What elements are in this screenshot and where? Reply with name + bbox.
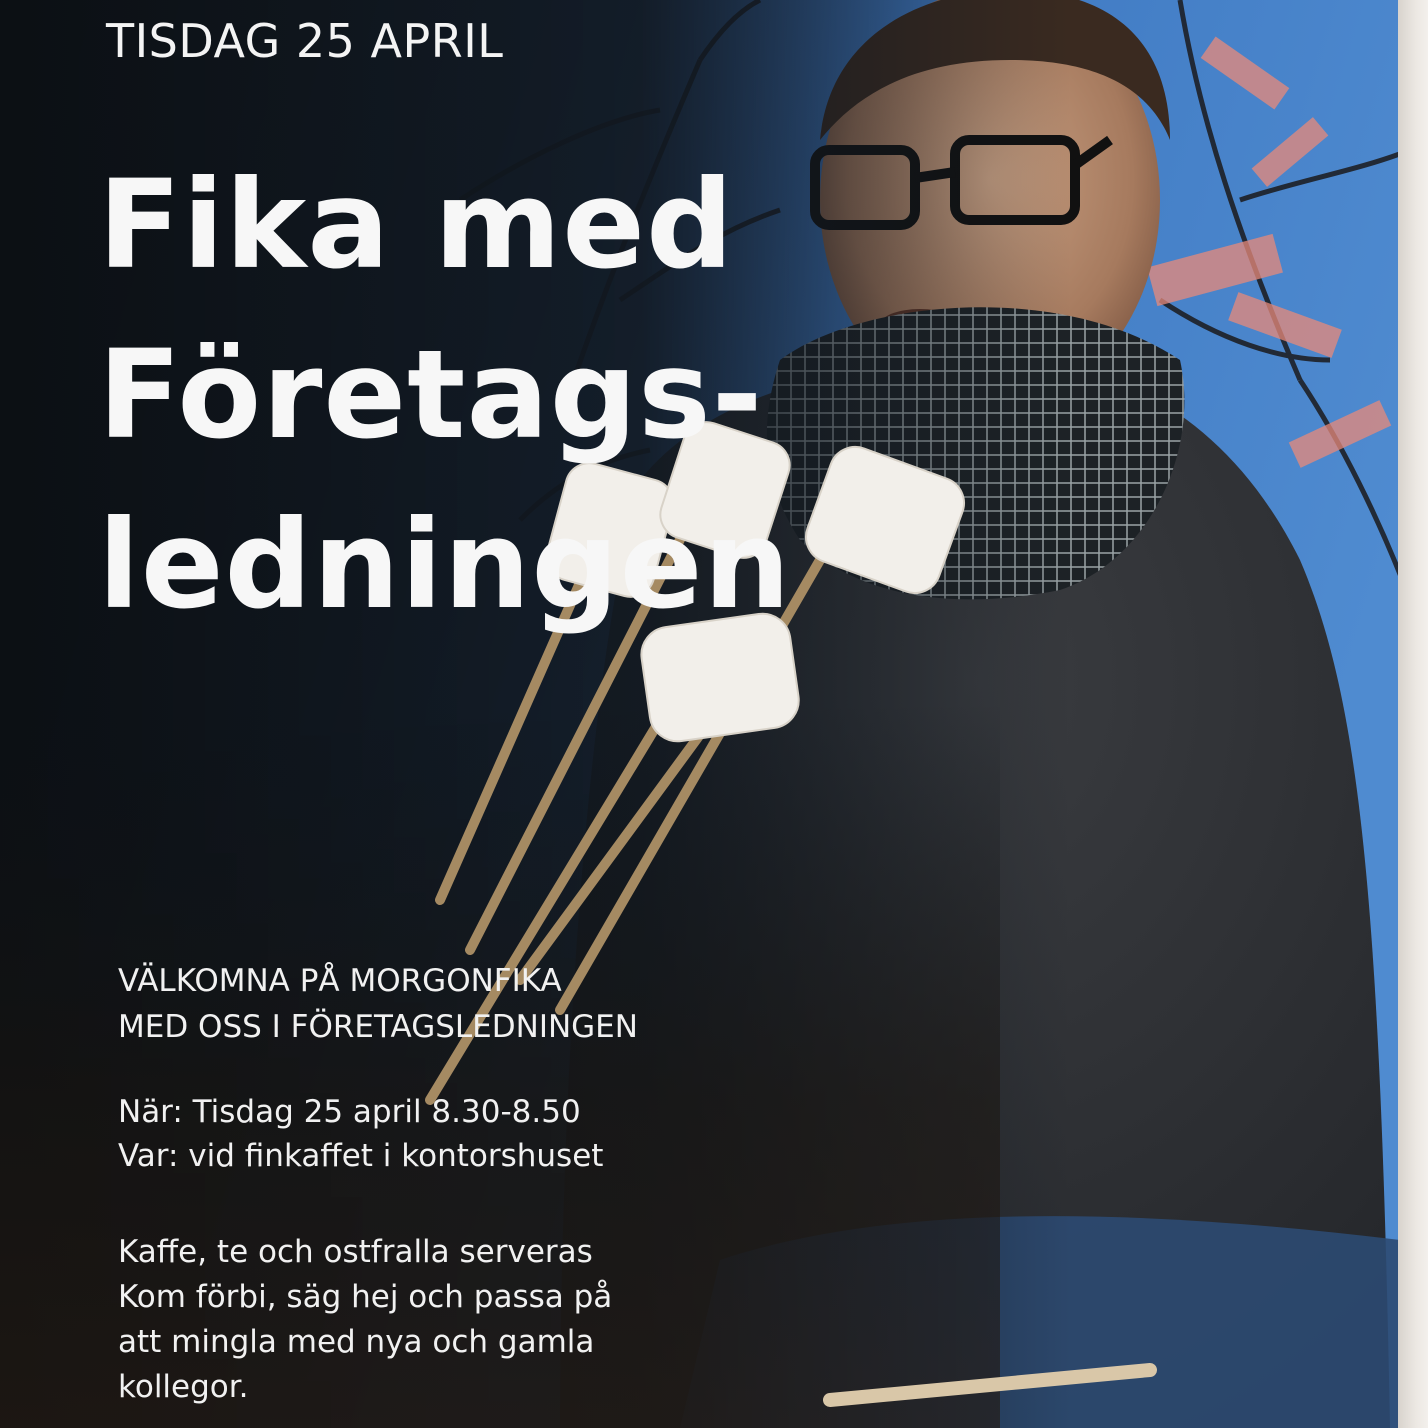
poster-title: Fika med Företags- ledningen bbox=[98, 140, 791, 650]
description-line: Kaffe, te och ostfralla serveras bbox=[118, 1234, 593, 1270]
title-line: ledningen bbox=[98, 494, 792, 636]
subtitle-line: VÄLKOMNA PÅ MORGONFIKA bbox=[118, 963, 562, 999]
subtitle-line: MED OSS I FÖRETAGSLEDNINGEN bbox=[118, 1009, 638, 1045]
event-when: När: Tisdag 25 april 8.30-8.50 bbox=[118, 1094, 581, 1130]
event-where: Var: vid finkaffet i kontorshuset bbox=[118, 1138, 604, 1174]
description-line: Kom förbi, säg hej och passa på bbox=[118, 1279, 613, 1315]
description-line: kollegor. bbox=[118, 1369, 249, 1405]
description-line: att mingla med nya och gamla bbox=[118, 1324, 595, 1360]
paper-edge bbox=[1398, 0, 1428, 1428]
event-description: Kaffe, te och ostfralla serveras Kom för… bbox=[118, 1230, 612, 1410]
event-details: När: Tisdag 25 april 8.30-8.50 Var: vid … bbox=[118, 1090, 603, 1178]
title-line: Företags- bbox=[98, 324, 764, 466]
welcome-heading: VÄLKOMNA PÅ MORGONFIKA MED OSS I FÖRETAG… bbox=[118, 958, 638, 1050]
poster: TISDAG 25 APRIL Fika med Företags- ledni… bbox=[0, 0, 1428, 1428]
event-date: TISDAG 25 APRIL bbox=[106, 14, 504, 68]
title-line: Fika med bbox=[98, 154, 735, 296]
